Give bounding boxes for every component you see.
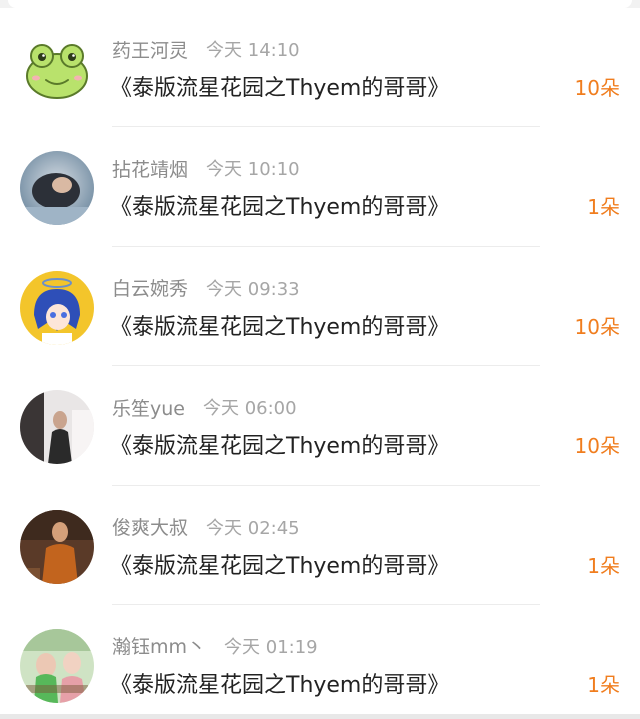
item-meta: 乐笙yue 今天 06:00 xyxy=(112,394,297,420)
frog-icon xyxy=(20,32,94,106)
user-avatar[interactable] xyxy=(20,270,94,345)
list-item[interactable]: 白云婉秀 今天 09:33 《泰版流星花园之Thyem的哥哥》 10朵 xyxy=(0,246,640,367)
photo-avatar-image xyxy=(20,628,94,703)
timestamp: 今天 06:00 xyxy=(202,398,297,420)
user-name[interactable]: 白云婉秀 xyxy=(112,274,188,301)
frog-avatar-icon[interactable] xyxy=(20,32,94,106)
list-item[interactable]: 瀚钰mm丶 今天 01:19 《泰版流星花园之Thyem的哥哥》 1朵 xyxy=(0,604,640,719)
user-name[interactable]: 瀚钰mm丶 xyxy=(112,632,206,659)
photo-avatar-image xyxy=(20,509,94,584)
photo-avatar-image xyxy=(20,151,94,226)
work-title[interactable]: 《泰版流星花园之Thyem的哥哥》 xyxy=(110,189,449,221)
timestamp: 今天 10:10 xyxy=(206,159,300,181)
timestamp: 今天 14:10 xyxy=(206,40,300,61)
work-title[interactable]: 《泰版流星花园之Thyem的哥哥》 xyxy=(110,667,449,699)
timestamp: 今天 02:45 xyxy=(206,517,300,539)
gift-list-screen: 药王河灵 今天 14:10 《泰版流星花园之Thyem的哥哥》 10朵 拈花靖烟… xyxy=(0,0,640,719)
work-title[interactable]: 《泰版流星花园之Thyem的哥哥》 xyxy=(110,548,449,580)
work-title[interactable]: 《泰版流星花园之Thyem的哥哥》 xyxy=(110,309,449,341)
previous-card-edge xyxy=(8,0,632,8)
timestamp: 今天 01:19 xyxy=(224,636,318,658)
user-avatar[interactable] xyxy=(20,151,94,226)
flower-count: 1朵 xyxy=(587,553,620,578)
user-avatar[interactable] xyxy=(20,628,94,703)
work-title[interactable]: 《泰版流星花园之Thyem的哥哥》 xyxy=(110,70,449,102)
user-avatar[interactable] xyxy=(20,390,94,465)
item-meta: 拈花靖烟 今天 10:10 xyxy=(112,155,300,181)
list-item[interactable]: 俊爽大叔 今天 02:45 《泰版流星花园之Thyem的哥哥》 1朵 xyxy=(0,485,640,605)
bottom-edge xyxy=(0,714,640,719)
work-title[interactable]: 《泰版流星花园之Thyem的哥哥》 xyxy=(110,428,449,460)
item-meta: 俊爽大叔 今天 02:45 xyxy=(112,514,300,540)
photo-avatar-image xyxy=(20,390,94,465)
list-item[interactable]: 拈花靖烟 今天 10:10 《泰版流星花园之Thyem的哥哥》 1朵 xyxy=(0,127,640,247)
list-item[interactable]: 药王河灵 今天 14:10 《泰版流星花园之Thyem的哥哥》 10朵 xyxy=(0,8,640,128)
user-name[interactable]: 药王河灵 xyxy=(112,36,188,63)
flower-count: 1朵 xyxy=(587,195,620,220)
flower-count: 1朵 xyxy=(587,672,620,697)
user-avatar[interactable] xyxy=(20,509,94,584)
anime-avatar-image xyxy=(20,270,94,345)
flower-count: 10朵 xyxy=(574,76,620,100)
user-name[interactable]: 俊爽大叔 xyxy=(112,513,188,540)
item-meta: 瀚钰mm丶 今天 01:19 xyxy=(112,633,318,659)
user-name[interactable]: 乐笙yue xyxy=(112,394,185,421)
flower-count: 10朵 xyxy=(574,434,620,459)
timestamp: 今天 09:33 xyxy=(206,278,300,300)
user-name[interactable]: 拈花靖烟 xyxy=(112,155,188,182)
item-meta: 药王河灵 今天 14:10 xyxy=(112,36,300,62)
gift-record-list: 药王河灵 今天 14:10 《泰版流星花园之Thyem的哥哥》 10朵 拈花靖烟… xyxy=(0,8,640,719)
flower-count: 10朵 xyxy=(574,314,620,339)
list-item[interactable]: 乐笙yue 今天 06:00 《泰版流星花园之Thyem的哥哥》 10朵 xyxy=(0,366,640,486)
item-meta: 白云婉秀 今天 09:33 xyxy=(112,275,300,301)
